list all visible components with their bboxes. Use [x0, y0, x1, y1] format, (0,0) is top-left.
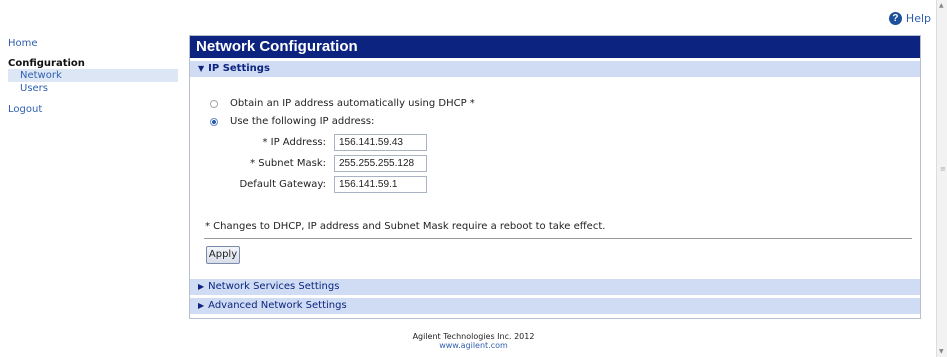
static-ip-option[interactable]: Use the following IP address:: [210, 116, 374, 127]
divider: [204, 238, 912, 239]
dhcp-radio[interactable]: [210, 99, 218, 108]
sidebar-home-link[interactable]: Home: [8, 38, 178, 49]
sidebar-item-users[interactable]: Users: [8, 82, 178, 95]
advanced-network-header[interactable]: ▶ Advanced Network Settings: [190, 298, 920, 314]
advanced-network-label: Advanced Network Settings: [208, 300, 347, 311]
sidebar-item-network[interactable]: Network: [8, 69, 178, 82]
reboot-note: * Changes to DHCP, IP address and Subnet…: [205, 221, 606, 232]
default-gateway-row: Default Gateway: 156.141.59.1: [216, 176, 427, 193]
sidebar-logout-link[interactable]: Logout: [8, 104, 178, 115]
default-gateway-label: Default Gateway:: [239, 179, 326, 190]
help-label: Help: [905, 12, 931, 25]
ip-address-label: * IP Address:: [262, 137, 326, 148]
subnet-mask-input[interactable]: 255.255.255.128: [334, 155, 427, 172]
dhcp-option[interactable]: Obtain an IP address automatically using…: [210, 98, 475, 109]
scroll-grip-icon: ≡: [940, 165, 946, 173]
sidebar-section-configuration: Configuration: [8, 58, 85, 69]
page-title: Network Configuration: [190, 36, 920, 58]
ip-settings-header[interactable]: ▼ IP Settings: [190, 61, 920, 77]
help-link[interactable]: ? Help: [888, 12, 931, 25]
network-configuration-panel: Network Configuration ▼ IP Settings Obtai…: [189, 35, 921, 319]
apply-button[interactable]: Apply: [206, 246, 240, 264]
ip-settings-label: IP Settings: [208, 63, 270, 74]
triangle-down-icon: ▼: [198, 64, 205, 73]
footer-company: Agilent Technologies Inc. 2012: [412, 332, 535, 341]
sidebar: Home Configuration Network Users Logout: [8, 38, 178, 115]
footer-website-link[interactable]: www.agilent.com: [0, 341, 947, 350]
vertical-scrollbar[interactable]: ▲ ≡ ▼: [936, 0, 947, 357]
default-gateway-input[interactable]: 156.141.59.1: [334, 176, 427, 193]
scroll-down-arrow-icon[interactable]: ▼: [939, 348, 944, 355]
network-services-header[interactable]: ▶ Network Services Settings: [190, 279, 920, 295]
ip-address-input[interactable]: 156.141.59.43: [334, 134, 427, 151]
help-circle-icon: ?: [888, 12, 902, 25]
footer: Agilent Technologies Inc. 2012 www.agile…: [0, 332, 947, 350]
subnet-mask-row: * Subnet Mask: 255.255.255.128: [216, 155, 427, 172]
dhcp-option-label: Obtain an IP address automatically using…: [230, 98, 475, 109]
subnet-mask-label: * Subnet Mask:: [250, 158, 326, 169]
static-ip-option-label: Use the following IP address:: [230, 116, 375, 127]
scroll-up-arrow-icon[interactable]: ▲: [939, 2, 944, 9]
ip-address-row: * IP Address: 156.141.59.43: [216, 134, 427, 151]
static-ip-radio[interactable]: [210, 117, 218, 126]
triangle-right-icon: ▶: [198, 301, 205, 310]
triangle-right-icon: ▶: [198, 282, 205, 291]
network-services-label: Network Services Settings: [208, 281, 340, 292]
